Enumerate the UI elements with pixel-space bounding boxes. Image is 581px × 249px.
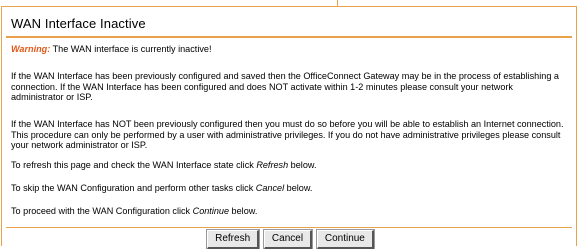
warning-message: Warning: The WAN interface is currently … — [11, 44, 567, 55]
proceed-instruction-keyword: Continue — [192, 206, 230, 216]
cancel-button[interactable]: Cancel — [263, 230, 313, 249]
skip-instruction-keyword: Cancel — [255, 183, 285, 193]
footer-divider — [6, 227, 572, 228]
proceed-instruction: To proceed with the WAN Configuration cl… — [11, 206, 567, 217]
skip-instruction-suffix: below. — [284, 183, 313, 193]
not-configured-info-text: If the WAN Interface has NOT been previo… — [11, 119, 564, 150]
skip-instruction: To skip the WAN Configuration and perfor… — [11, 183, 567, 194]
refresh-instruction-text: To refresh this page and check the WAN I… — [11, 160, 257, 170]
configured-info-text: If the WAN Interface has been previously… — [11, 71, 559, 102]
title-divider — [6, 36, 572, 38]
proceed-instruction-suffix: below. — [229, 206, 258, 216]
refresh-instruction-keyword: Refresh — [256, 160, 289, 170]
warning-text: The WAN interface is currently inactive! — [50, 44, 212, 54]
refresh-instruction: To refresh this page and check the WAN I… — [11, 160, 567, 171]
proceed-instruction-text: To proceed with the WAN Configuration cl… — [11, 206, 193, 216]
continue-button[interactable]: Continue — [316, 230, 374, 249]
refresh-instruction-suffix: below. — [288, 160, 317, 170]
skip-instruction-text: To skip the WAN Configuration and perfor… — [11, 183, 256, 193]
warning-label: Warning: — [11, 44, 51, 54]
refresh-button[interactable]: Refresh — [207, 230, 260, 249]
page-title: WAN Interface Inactive — [11, 16, 146, 31]
button-bar: Refresh Cancel Continue — [0, 230, 581, 249]
